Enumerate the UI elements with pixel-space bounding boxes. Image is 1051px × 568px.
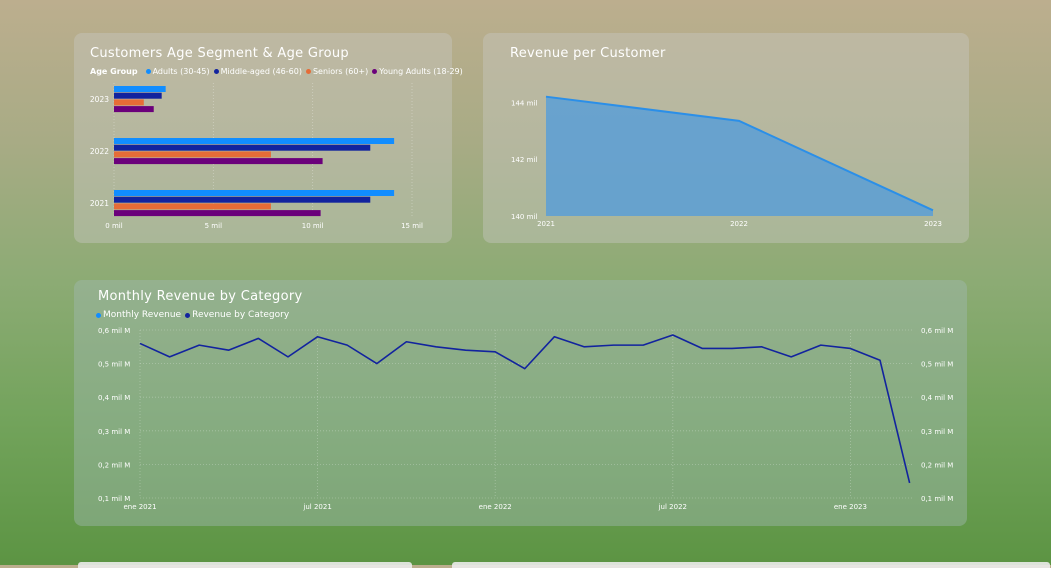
monthly-x-tick-2: ene 2022 xyxy=(479,503,512,511)
monthly-y-tick-left-0: 0,6 mil M xyxy=(98,327,130,335)
monthly-series-line xyxy=(140,335,910,483)
bar-2023-seniors xyxy=(114,99,144,105)
bar-2023-adults xyxy=(114,86,166,92)
next-card-edge-left xyxy=(78,562,412,568)
monthly-y-tick-left-2: 0,4 mil M xyxy=(98,394,130,402)
monthly-y-tick-right-0: 0,6 mil M xyxy=(921,327,953,335)
rpc-x-tick-2: 2023 xyxy=(924,220,942,228)
monthly-y-tick-right-1: 0,5 mil M xyxy=(921,361,953,369)
monthly-y-tick-right-3: 0,3 mil M xyxy=(921,428,953,436)
bar-2021-adults xyxy=(114,190,394,196)
age-y-label-2022: 2022 xyxy=(90,147,109,156)
age-segment-card: Customers Age Segment & Age Group Age Gr… xyxy=(74,33,452,243)
monthly-y-tick-right-5: 0,1 mil M xyxy=(921,495,953,503)
monthly-y-tick-right-2: 0,4 mil M xyxy=(921,394,953,402)
monthly-revenue-card: Monthly Revenue by Category Monthly Reve… xyxy=(74,280,967,526)
monthly-x-tick-1: jul 2021 xyxy=(302,503,331,511)
age-y-label-2021: 2021 xyxy=(90,199,109,208)
monthly-y-tick-left-4: 0,2 mil M xyxy=(98,461,130,469)
bar-2021-middle-aged xyxy=(114,197,370,203)
bar-2022-young-adults xyxy=(114,158,323,164)
monthly-y-tick-left-1: 0,5 mil M xyxy=(98,361,130,369)
age-x-tick-3: 15 mil xyxy=(401,222,423,230)
bar-2021-young-adults xyxy=(114,210,321,216)
revenue-per-customer-card: Revenue per Customer 144 mil142 mil140 m… xyxy=(483,33,969,243)
age-x-tick-1: 5 mil xyxy=(205,222,222,230)
age-x-tick-0: 0 mil xyxy=(105,222,122,230)
bar-2022-middle-aged xyxy=(114,145,370,151)
monthly-x-tick-3: jul 2022 xyxy=(658,503,687,511)
age-x-tick-2: 10 mil xyxy=(302,222,324,230)
monthly-y-tick-left-5: 0,1 mil M xyxy=(98,495,130,503)
rpc-x-tick-0: 2021 xyxy=(537,220,555,228)
monthly-line-chart: 0,6 mil M 0,6 mil M 0,5 mil M 0,5 mil M 0,4 … xyxy=(74,280,967,526)
rpc-y-tick-0: 144 mil xyxy=(511,99,537,107)
monthly-y-tick-right-4: 0,2 mil M xyxy=(921,461,953,469)
rpc-x-tick-1: 2022 xyxy=(730,220,748,228)
next-card-edge-right xyxy=(452,562,1050,568)
age-y-label-2023: 2023 xyxy=(90,95,109,104)
rpc-area-chart: 144 mil 142 mil 140 mil2021 2022 2023 xyxy=(483,33,969,243)
bar-2023-young-adults xyxy=(114,106,154,112)
rpc-y-tick-1: 142 mil xyxy=(511,156,537,164)
monthly-y-tick-left-3: 0,3 mil M xyxy=(98,428,130,436)
monthly-x-tick-0: ene 2021 xyxy=(123,503,156,511)
monthly-x-tick-4: ene 2023 xyxy=(834,503,867,511)
rpc-y-tick-2: 140 mil xyxy=(511,213,537,221)
bar-2022-seniors xyxy=(114,151,271,157)
bar-2023-middle-aged xyxy=(114,93,162,99)
bar-2022-adults xyxy=(114,138,394,144)
age-bar-chart: 0 mil 5 mil 10 mil 15 mil 2023 2022 2021 xyxy=(74,33,452,243)
rpc-area-fill xyxy=(546,97,933,216)
bar-2021-seniors xyxy=(114,203,271,209)
